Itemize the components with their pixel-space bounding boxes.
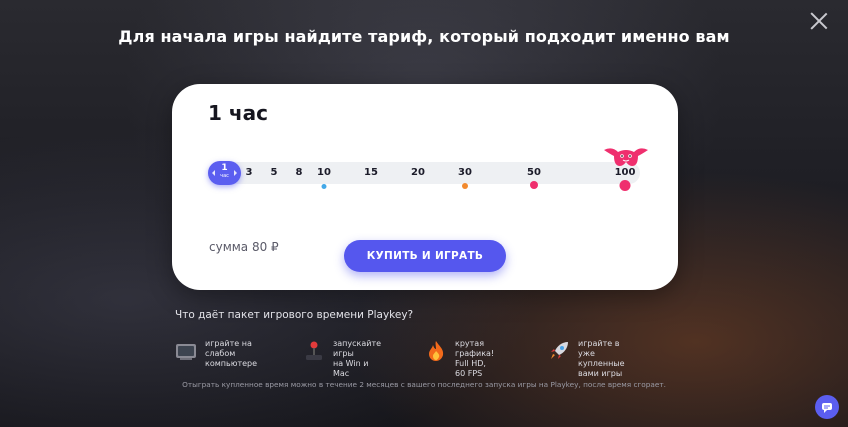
chat-button[interactable] [815,395,839,419]
tick-50[interactable]: 50 [527,167,541,178]
marker-dot-30 [462,183,468,189]
fire-icon [429,341,444,361]
tick-10[interactable]: 10 [317,167,331,178]
marker-dot-100 [619,180,631,191]
tick-100[interactable]: 100 [615,167,636,178]
feature-text: запускайте игры на Win и Mac [333,339,382,378]
feature-text: играйте в уже купленные вами игры [578,339,625,378]
arrow-right-icon [234,170,237,176]
sum-label: сумма 80 ₽ [209,240,279,254]
feature-text: крутая графика! Full HD, 60 FPS [455,339,495,378]
footnote: Отыграть купленное время можно в течение… [182,380,666,389]
benefits-question: Что даёт пакет игрового времени Playkey? [175,309,414,321]
page-title: Для начала игры найдите тариф, который п… [118,27,730,46]
marker-dot-10 [321,184,327,189]
tick-8[interactable]: 8 [296,167,303,178]
tick-3[interactable]: 3 [246,167,253,178]
marker-dot-50 [530,181,538,189]
joystick-icon [306,341,322,360]
tariff-title: 1 час [208,101,268,125]
feature-text: играйте на слабом компьютере [205,339,258,368]
buy-and-play-button[interactable]: КУПИТЬ И ИГРАТЬ [344,240,506,272]
rocket-icon [551,342,568,359]
tv-icon [176,344,196,360]
gamepad-mascot-icon [604,148,648,166]
tick-30[interactable]: 30 [458,167,472,178]
tick-5[interactable]: 5 [271,167,278,178]
tick-20[interactable]: 20 [411,167,425,178]
chat-icon [822,403,832,413]
tick-15[interactable]: 15 [364,167,378,178]
tariff-card: 1 час 3 5 8 10 15 20 30 50 100 1 час сум… [172,84,678,290]
slider-knob[interactable]: 1 час [208,161,241,185]
